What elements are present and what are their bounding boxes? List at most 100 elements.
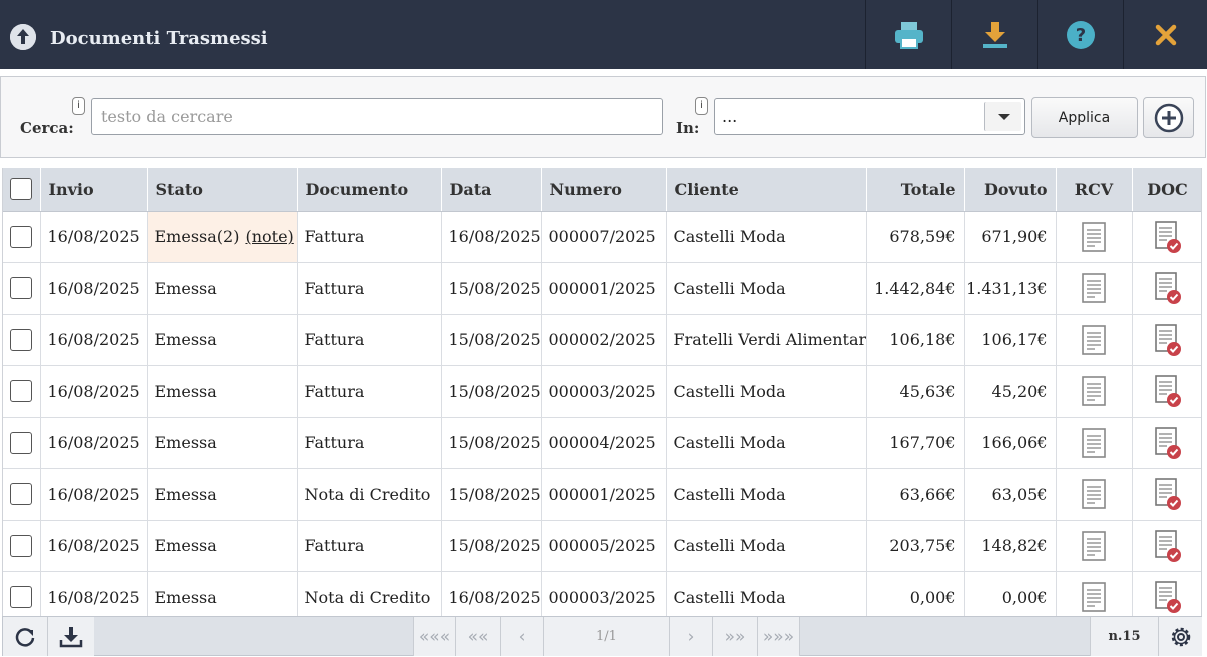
col-rcv[interactable]: RCV <box>1056 168 1133 212</box>
cell-invio: 16/08/2025 <box>40 520 148 572</box>
doc-verified-icon <box>1154 375 1181 408</box>
doc-verified-icon <box>1154 581 1181 614</box>
cell-rcv[interactable] <box>1056 468 1133 521</box>
row-checkbox[interactable] <box>10 586 33 609</box>
note-link[interactable]: (note) <box>245 227 293 246</box>
cell-rcv[interactable] <box>1056 365 1133 418</box>
table-row[interactable]: 16/08/2025 Emessa(2) (note) Fattura 16/08/20… <box>3 211 1201 263</box>
cell-totale: 0,00€ <box>866 571 965 616</box>
cell-doc[interactable] <box>1132 571 1201 616</box>
print-icon <box>894 21 923 49</box>
cell-numero: 000003/2025 <box>541 571 667 616</box>
prev-block-button[interactable]: «« <box>455 617 500 656</box>
col-invio[interactable]: Invio <box>40 168 148 212</box>
pagination-footer: ««« «« ‹ 1/1 › »» »»» n.15 <box>2 616 1202 656</box>
select-all-checkbox[interactable] <box>10 178 33 201</box>
col-documento[interactable]: Documento <box>297 168 442 212</box>
col-numero[interactable]: Numero <box>541 168 667 212</box>
cell-rcv[interactable] <box>1056 417 1133 469</box>
cerca-label: Cerca: <box>20 119 74 137</box>
cell-totale: 63,66€ <box>866 468 965 521</box>
in-select[interactable]: ... <box>714 98 1025 135</box>
cell-documento: Fattura <box>297 314 442 366</box>
refresh-icon <box>15 627 35 647</box>
rcv-document-icon <box>1082 324 1106 355</box>
table-row[interactable]: 16/08/2025 Emessa Fattura 15/08/2025 000003/… <box>3 365 1201 418</box>
cell-totale: 106,18€ <box>866 314 965 366</box>
row-checkbox[interactable] <box>10 277 33 300</box>
rcv-document-icon <box>1082 273 1106 304</box>
row-checkbox[interactable] <box>10 483 33 506</box>
cell-rcv[interactable] <box>1056 571 1133 616</box>
next-block-button[interactable]: »» <box>712 617 757 656</box>
prev-page-button[interactable]: ‹ <box>500 617 543 656</box>
rcv-document-icon <box>1082 221 1106 252</box>
cell-doc[interactable] <box>1132 520 1201 572</box>
cell-rcv[interactable] <box>1056 314 1133 366</box>
cell-doc[interactable] <box>1132 365 1201 418</box>
upload-circle-icon[interactable] <box>10 24 36 50</box>
cell-invio: 16/08/2025 <box>40 211 148 263</box>
col-cliente[interactable]: Cliente <box>666 168 867 212</box>
cell-dovuto: 45,20€ <box>964 365 1057 418</box>
table-row[interactable]: 16/08/2025 Emessa Nota di Credito 16/08/202… <box>3 571 1201 616</box>
search-bar: Cerca: i In: i ... Applica <box>0 76 1206 158</box>
cell-numero: 000001/2025 <box>541 468 667 521</box>
cell-rcv[interactable] <box>1056 262 1133 315</box>
cell-data: 16/08/2025 <box>441 571 542 616</box>
cell-numero: 000004/2025 <box>541 417 667 469</box>
chevron-down-icon[interactable] <box>984 102 1021 131</box>
print-button[interactable] <box>865 0 951 69</box>
cell-doc[interactable] <box>1132 417 1201 469</box>
help-button[interactable]: ? <box>1037 0 1123 69</box>
col-stato[interactable]: Stato <box>147 168 298 212</box>
cell-invio: 16/08/2025 <box>40 262 148 315</box>
close-button[interactable] <box>1123 0 1207 69</box>
search-input[interactable] <box>91 98 663 135</box>
cell-doc[interactable] <box>1132 468 1201 521</box>
table-row[interactable]: 16/08/2025 Emessa Fattura 15/08/2025 000004/… <box>3 417 1201 469</box>
cell-invio: 16/08/2025 <box>40 314 148 366</box>
download-button[interactable] <box>951 0 1037 69</box>
cell-data: 16/08/2025 <box>441 211 542 263</box>
cell-numero: 000003/2025 <box>541 365 667 418</box>
export-button[interactable] <box>47 617 94 656</box>
cerca-info-icon[interactable]: i <box>72 97 85 115</box>
table-row[interactable]: 16/08/2025 Emessa Nota di Credito 15/08/202… <box>3 468 1201 521</box>
cell-rcv[interactable] <box>1056 211 1133 263</box>
select-all-cell <box>3 168 41 212</box>
next-page-button[interactable]: › <box>669 617 712 656</box>
col-totale[interactable]: Totale <box>866 168 965 212</box>
cell-cliente: Castelli Moda <box>666 417 867 469</box>
apply-button[interactable]: Applica <box>1031 97 1138 138</box>
refresh-button[interactable] <box>3 617 47 656</box>
cell-dovuto: 106,17€ <box>964 314 1057 366</box>
cell-doc[interactable] <box>1132 314 1201 366</box>
row-checkbox[interactable] <box>10 380 33 403</box>
cell-cliente: Castelli Moda <box>666 571 867 616</box>
col-doc[interactable]: DOC <box>1132 168 1201 212</box>
cell-doc[interactable] <box>1132 262 1201 315</box>
first-page-button[interactable]: ««« <box>413 617 455 656</box>
table-row[interactable]: 16/08/2025 Emessa Fattura 15/08/2025 000001/… <box>3 262 1201 315</box>
settings-button[interactable] <box>1158 617 1202 656</box>
table-row[interactable]: 16/08/2025 Emessa Fattura 15/08/2025 000005/… <box>3 520 1201 572</box>
table-row[interactable]: 16/08/2025 Emessa Fattura 15/08/2025 000002/… <box>3 314 1201 366</box>
rcv-document-icon <box>1082 530 1106 561</box>
last-page-button[interactable]: »»» <box>757 617 800 656</box>
col-data[interactable]: Data <box>441 168 542 212</box>
row-checkbox[interactable] <box>10 328 33 351</box>
cell-doc[interactable] <box>1132 211 1201 263</box>
svg-text:?: ? <box>1075 25 1085 46</box>
row-checkbox[interactable] <box>10 431 33 454</box>
cell-dovuto: 0,00€ <box>964 571 1057 616</box>
cell-rcv[interactable] <box>1056 520 1133 572</box>
row-checkbox[interactable] <box>10 225 33 248</box>
cell-cliente: Castelli Moda <box>666 520 867 572</box>
row-checkbox[interactable] <box>10 534 33 557</box>
cell-dovuto: 63,05€ <box>964 468 1057 521</box>
cell-stato: Emessa <box>147 571 298 616</box>
add-filter-button[interactable] <box>1143 97 1194 138</box>
col-dovuto[interactable]: Dovuto <box>964 168 1057 212</box>
in-info-icon[interactable]: i <box>695 97 708 115</box>
